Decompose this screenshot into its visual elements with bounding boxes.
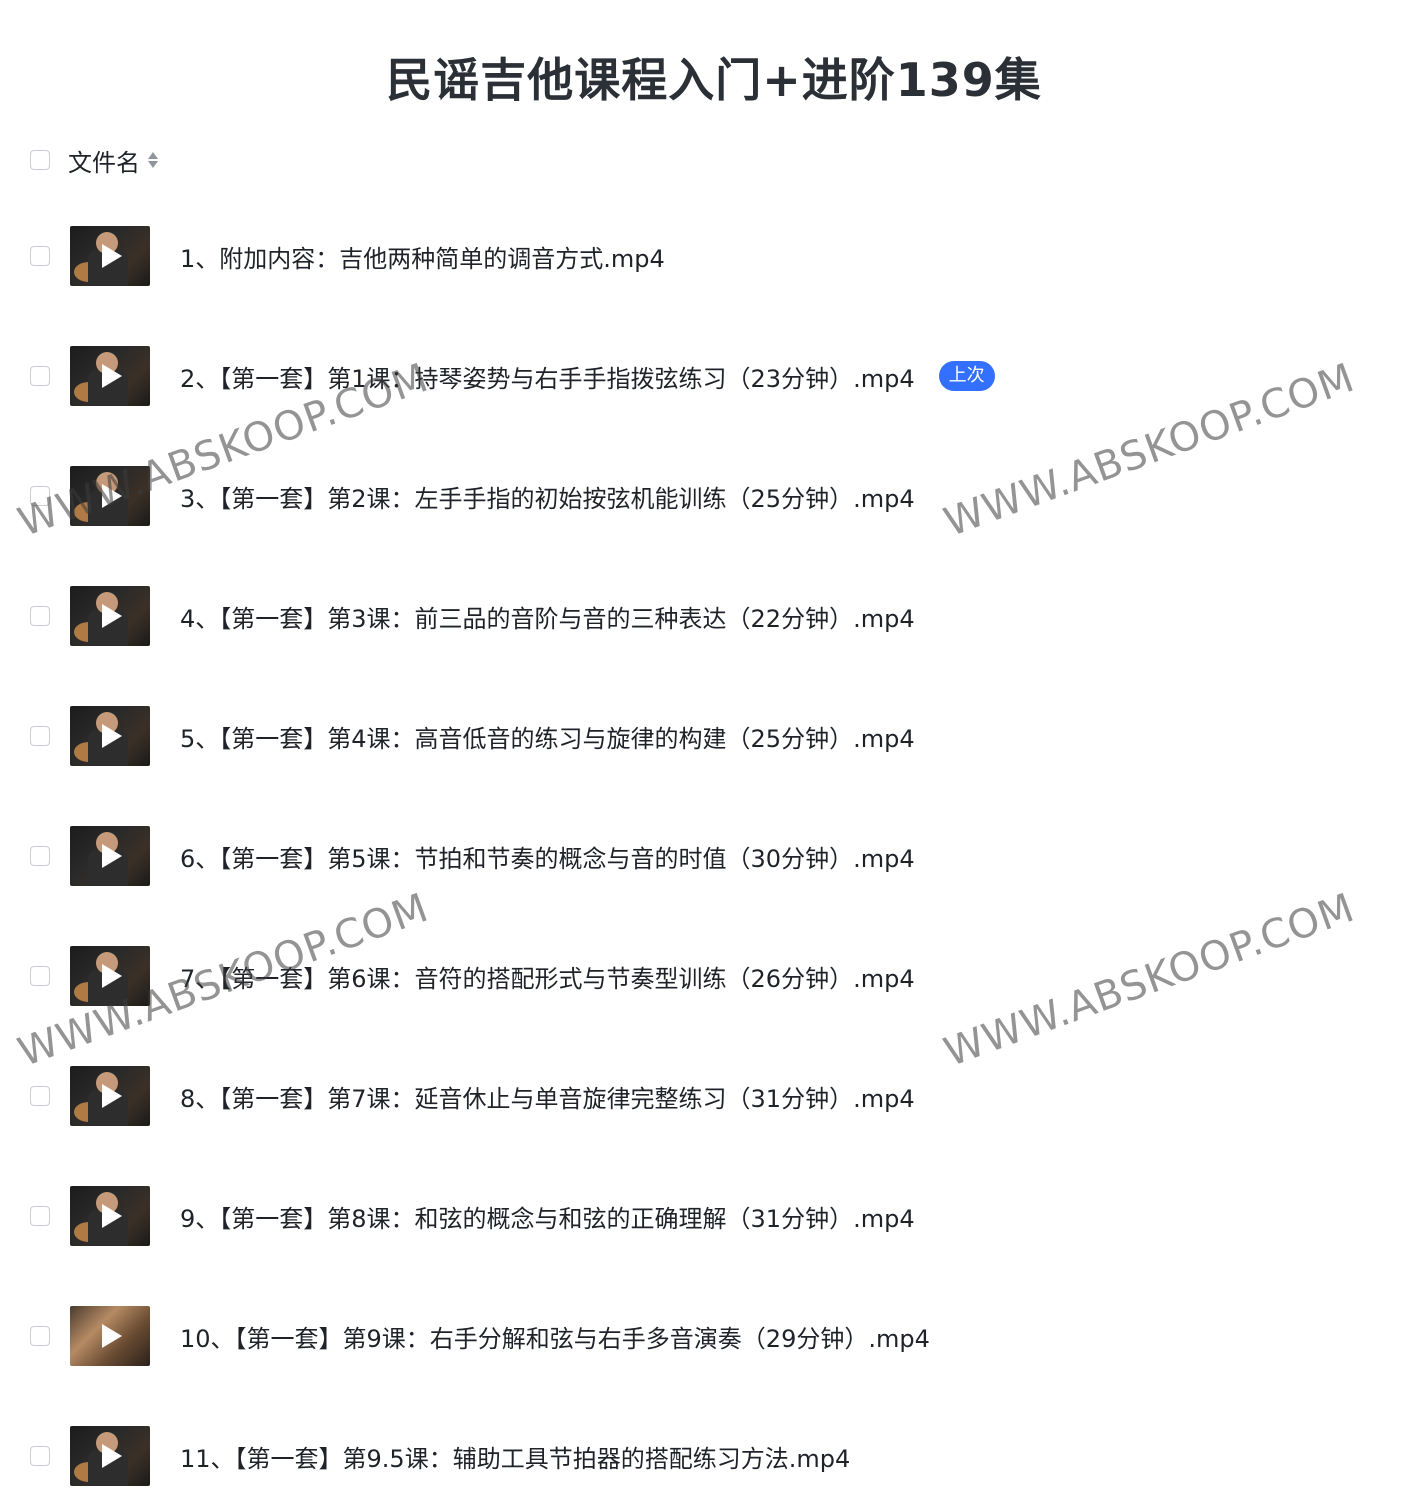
- last-played-badge: 上次: [938, 361, 995, 391]
- row-checkbox[interactable]: [30, 726, 50, 746]
- file-row[interactable]: 1、附加内容：吉他两种简单的调音方式.mp4: [30, 224, 665, 288]
- video-thumbnail[interactable]: [70, 346, 150, 406]
- video-thumbnail[interactable]: [70, 1426, 150, 1486]
- file-row[interactable]: 2、【第一套】第1课：持琴姿势与右手手指拨弦练习（23分钟）.mp4 上次: [30, 344, 995, 408]
- watermark: WWW.ABSKOOP.COM: [938, 884, 1361, 1076]
- file-row[interactable]: 4、【第一套】第3课：前三品的音阶与音的三种表达（22分钟）.mp4: [30, 584, 915, 648]
- file-row[interactable]: 9、【第一套】第8课：和弦的概念与和弦的正确理解（31分钟）.mp4: [30, 1184, 915, 1248]
- file-name[interactable]: 10、【第一套】第9课：右手分解和弦与右手多音演奏（29分钟）.mp4: [180, 1319, 930, 1354]
- play-icon: [102, 1444, 122, 1468]
- video-thumbnail[interactable]: [70, 826, 150, 886]
- watermark: WWW.ABSKOOP.COM: [12, 0, 434, 10]
- video-thumbnail[interactable]: [70, 466, 150, 526]
- watermark: WWW.ABSKOOP.COM: [938, 0, 1360, 10]
- file-name[interactable]: 4、【第一套】第3课：前三品的音阶与音的三种表达（22分钟）.mp4: [180, 599, 915, 634]
- row-checkbox[interactable]: [30, 1446, 50, 1466]
- play-icon: [102, 484, 122, 508]
- file-name[interactable]: 5、【第一套】第4课：高音低音的练习与旋律的构建（25分钟）.mp4: [180, 719, 915, 754]
- file-row[interactable]: 8、【第一套】第7课：延音休止与单音旋律完整练习（31分钟）.mp4: [30, 1064, 915, 1128]
- file-name[interactable]: 1、附加内容：吉他两种简单的调音方式.mp4: [180, 239, 665, 274]
- row-checkbox[interactable]: [30, 1206, 50, 1226]
- play-icon: [102, 724, 122, 748]
- video-thumbnail[interactable]: [70, 1066, 150, 1126]
- row-checkbox[interactable]: [30, 1086, 50, 1106]
- file-name[interactable]: 9、【第一套】第8课：和弦的概念与和弦的正确理解（31分钟）.mp4: [180, 1199, 915, 1234]
- watermark: WWW.ABSKOOP.COM: [938, 354, 1361, 546]
- file-row[interactable]: 11、【第一套】第9.5课：辅助工具节拍器的搭配练习方法.mp4: [30, 1424, 850, 1488]
- file-name[interactable]: 7、【第一套】第6课：音符的搭配形式与节奏型训练（26分钟）.mp4: [180, 959, 915, 994]
- file-name[interactable]: 11、【第一套】第9.5课：辅助工具节拍器的搭配练习方法.mp4: [180, 1439, 850, 1474]
- file-row[interactable]: 5、【第一套】第4课：高音低音的练习与旋律的构建（25分钟）.mp4: [30, 704, 915, 768]
- video-thumbnail[interactable]: [70, 586, 150, 646]
- play-icon: [102, 1084, 122, 1108]
- sort-icon[interactable]: [148, 152, 158, 168]
- select-all-checkbox[interactable]: [30, 150, 50, 170]
- row-checkbox[interactable]: [30, 1326, 50, 1346]
- file-row[interactable]: 7、【第一套】第6课：音符的搭配形式与节奏型训练（26分钟）.mp4: [30, 944, 915, 1008]
- play-icon: [102, 1204, 122, 1228]
- file-list-header: 文件名: [30, 142, 158, 178]
- file-name[interactable]: 3、【第一套】第2课：左手手指的初始按弦机能训练（25分钟）.mp4: [180, 479, 915, 514]
- play-icon: [102, 844, 122, 868]
- file-row[interactable]: 3、【第一套】第2课：左手手指的初始按弦机能训练（25分钟）.mp4: [30, 464, 915, 528]
- file-row[interactable]: 10、【第一套】第9课：右手分解和弦与右手多音演奏（29分钟）.mp4: [30, 1304, 930, 1368]
- page-title: 民谣吉他课程入门+进阶139集: [386, 53, 1042, 107]
- video-thumbnail[interactable]: [70, 706, 150, 766]
- file-name[interactable]: 8、【第一套】第7课：延音休止与单音旋律完整练习（31分钟）.mp4: [180, 1079, 915, 1114]
- video-thumbnail[interactable]: [70, 946, 150, 1006]
- file-name[interactable]: 2、【第一套】第1课：持琴姿势与右手手指拨弦练习（23分钟）.mp4: [180, 359, 915, 394]
- play-icon: [102, 604, 122, 628]
- video-thumbnail[interactable]: [70, 1306, 150, 1366]
- play-icon: [102, 964, 122, 988]
- row-checkbox[interactable]: [30, 486, 50, 506]
- row-checkbox[interactable]: [30, 246, 50, 266]
- row-checkbox[interactable]: [30, 846, 50, 866]
- row-checkbox[interactable]: [30, 966, 50, 986]
- file-row[interactable]: 6、【第一套】第5课：节拍和节奏的概念与音的时值（30分钟）.mp4: [30, 824, 915, 888]
- row-checkbox[interactable]: [30, 366, 50, 386]
- row-checkbox[interactable]: [30, 606, 50, 626]
- play-icon: [102, 1324, 122, 1348]
- file-name[interactable]: 6、【第一套】第5课：节拍和节奏的概念与音的时值（30分钟）.mp4: [180, 839, 915, 874]
- video-thumbnail[interactable]: [70, 1186, 150, 1246]
- play-icon: [102, 364, 122, 388]
- video-thumbnail[interactable]: [70, 226, 150, 286]
- play-icon: [102, 244, 122, 268]
- column-header-filename[interactable]: 文件名: [68, 143, 140, 178]
